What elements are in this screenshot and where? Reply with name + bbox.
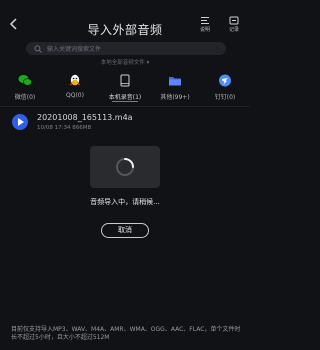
file-name: 20201008_165113.m4a	[37, 113, 133, 122]
tab-dingtalk[interactable]: 钉钉(0)	[200, 74, 250, 101]
tab-wechat[interactable]: 微信(0)	[0, 74, 50, 101]
tab-label: 其他(99+)	[160, 94, 190, 101]
qq-icon	[69, 74, 81, 86]
tab-label: 钉钉(0)	[214, 94, 236, 101]
cancel-button[interactable]: 取消	[101, 223, 149, 238]
list-icon	[201, 17, 209, 24]
search-input[interactable]: 输入关键词搜索文件	[47, 44, 101, 53]
tutorial-button[interactable]: 说明	[191, 16, 219, 33]
folder-icon	[169, 77, 181, 86]
list-item[interactable]: 20201008_165113.m4a 10/08 17:34 866MB	[12, 112, 242, 134]
play-icon[interactable]	[12, 114, 28, 130]
loading-dialog	[90, 146, 160, 188]
tab-other[interactable]: 其他(99+)	[150, 74, 200, 101]
search-icon	[34, 44, 42, 53]
chevron-down-icon: ▾	[146, 60, 150, 66]
divider	[0, 106, 250, 107]
tab-qq[interactable]: QQ(0)	[50, 74, 100, 99]
tab-label: 本机录音(1)	[108, 94, 142, 101]
format-note: 目前仅支持导入MP3、WAV、M4A、AMR、WMA、OGG、AAC、FLAC，…	[11, 326, 241, 341]
tab-label: QQ(0)	[66, 92, 84, 99]
search-bar[interactable]: 输入关键词搜索文件	[26, 42, 226, 55]
source-tabs: 微信(0) QQ(0) 本机录音(1) 其他(99+) 钉钉(0)	[0, 74, 250, 104]
records-icon	[229, 16, 239, 25]
loading-text: 音频导入中，请稍候...	[90, 198, 160, 206]
dingtalk-icon	[219, 74, 231, 87]
tab-local-recordings[interactable]: 本机录音(1)	[100, 74, 150, 102]
tab-label: 微信(0)	[14, 94, 36, 101]
file-meta: 10/08 17:34 866MB	[37, 125, 92, 131]
scope-label: 本地全部音频文件	[100, 60, 145, 66]
history-label: 记录	[228, 27, 239, 33]
history-button[interactable]: 记录	[220, 16, 248, 33]
header: 导入外部音频 说明 记录	[0, 0, 250, 40]
tutorial-label: 说明	[199, 27, 210, 33]
phone-icon	[120, 74, 130, 87]
active-tab-indicator	[112, 101, 138, 102]
spinner-icon	[116, 158, 134, 176]
scope-filter[interactable]: 本地全部音频文件 ▾	[0, 58, 250, 66]
wechat-icon	[18, 75, 32, 86]
